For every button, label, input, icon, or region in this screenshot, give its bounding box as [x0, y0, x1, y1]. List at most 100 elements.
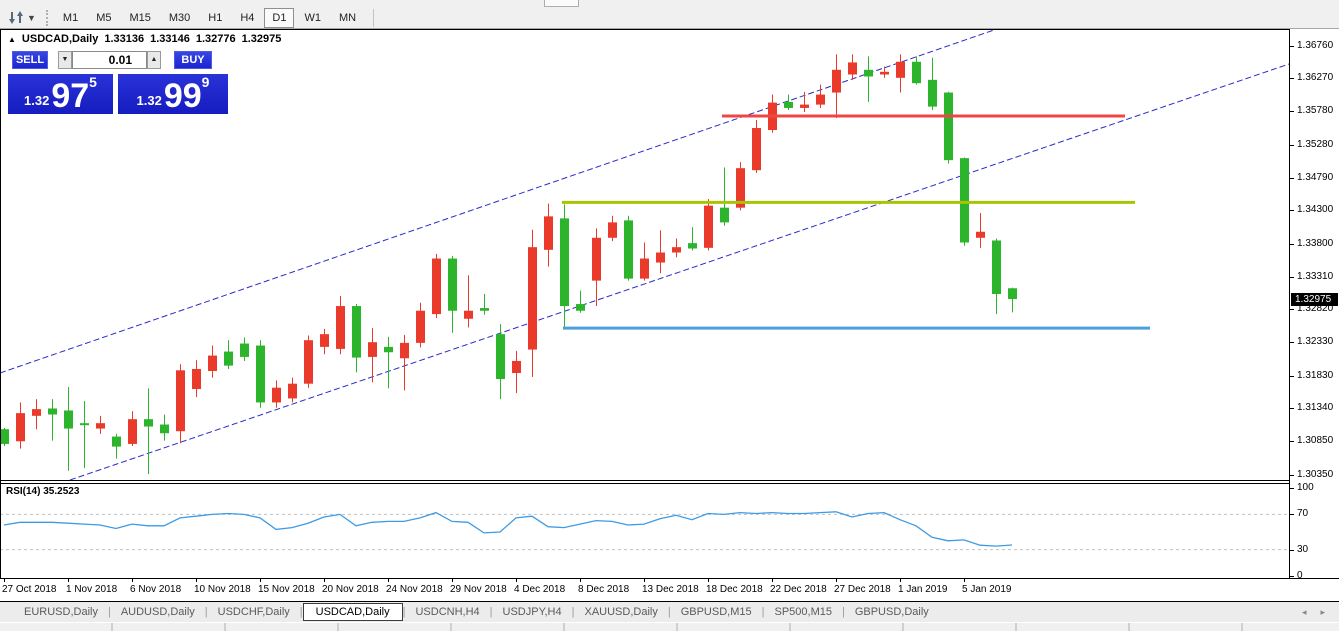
- candle-body: [368, 342, 377, 357]
- volume-increase-button[interactable]: ▲: [147, 51, 161, 69]
- tab-gbpusd-m15[interactable]: GBPUSD,M15: [671, 604, 762, 620]
- tab-sp500-m15[interactable]: SP500,M15: [764, 604, 841, 620]
- timeframe-button-m1[interactable]: M1: [55, 8, 86, 28]
- tab-gbpusd-daily[interactable]: GBPUSD,Daily: [845, 604, 939, 620]
- timeframe-button-d1[interactable]: D1: [264, 8, 294, 28]
- date-axis-tick: [836, 579, 837, 582]
- price-axis-label: 1.30350: [1297, 469, 1333, 480]
- volume-input[interactable]: [72, 51, 147, 69]
- timeframe-button-mn[interactable]: MN: [331, 8, 364, 28]
- candle-body: [432, 259, 441, 315]
- candle-body: [624, 220, 633, 278]
- tab-usdcad-daily[interactable]: USDCAD,Daily: [303, 603, 403, 621]
- price-axis-tick: [1290, 475, 1294, 476]
- rsi-axis-tick: [1290, 514, 1294, 515]
- candle-body: [304, 340, 313, 384]
- date-axis-label: 22 Dec 2018: [770, 584, 827, 595]
- timeframe-button-m5[interactable]: M5: [88, 8, 119, 28]
- candle-body: [832, 70, 841, 93]
- date-axis-label: 1 Jan 2019: [898, 584, 948, 595]
- candle-body: [208, 356, 217, 371]
- price-axis-tick: [1290, 408, 1294, 409]
- rsi-axis-tick: [1290, 488, 1294, 489]
- rsi-axis-label: 100: [1297, 482, 1314, 493]
- candle-body: [48, 408, 57, 414]
- toolbar-separator: [373, 9, 374, 27]
- candle-body: [992, 240, 1001, 294]
- candle-body: [544, 216, 553, 249]
- candle-body: [528, 247, 537, 349]
- chart-symbol-label: USDCAD,Daily: [22, 33, 98, 45]
- candle-body: [0, 429, 9, 444]
- candlestick-chart-icon: [8, 10, 24, 25]
- buy-price-display[interactable]: 1.32 99 9: [118, 74, 228, 114]
- toolbar-grip[interactable]: [46, 10, 48, 26]
- tab-usdjpy-h4[interactable]: USDJPY,H4: [493, 604, 572, 620]
- chart-top-border: [0, 29, 1339, 30]
- candle-body: [32, 409, 41, 416]
- sell-price-display[interactable]: 1.32 97 5: [8, 74, 113, 114]
- candle-body: [16, 413, 25, 441]
- candle-body: [960, 158, 969, 242]
- rsi-indicator-canvas[interactable]: [0, 484, 1289, 578]
- price-axis-tick: [1290, 210, 1294, 211]
- price-axis-tick: [1290, 111, 1294, 112]
- sell-button[interactable]: SELL: [12, 51, 48, 69]
- candle-body: [112, 437, 121, 447]
- buy-price-prefix: 1.32: [137, 91, 162, 111]
- candle-body: [416, 311, 425, 343]
- date-axis-label: 15 Nov 2018: [258, 584, 315, 595]
- tab-xauusd-daily[interactable]: XAUUSD,Daily: [574, 604, 667, 620]
- timeframe-button-m15[interactable]: M15: [121, 8, 158, 28]
- date-axis-label: 27 Dec 2018: [834, 584, 891, 595]
- tab-scroll-arrows: ◂▸: [1302, 607, 1325, 618]
- candle-body: [128, 419, 137, 444]
- timeframe-button-h4[interactable]: H4: [232, 8, 262, 28]
- price-axis-label: 1.36270: [1297, 72, 1333, 83]
- candle-body: [160, 425, 169, 434]
- candle-body: [672, 247, 681, 252]
- rsi-indicator-label: RSI(14) 35.2523: [6, 486, 79, 497]
- date-axis-tick: [516, 579, 517, 582]
- timeframe-button-w1[interactable]: W1: [296, 8, 329, 28]
- candle-body: [480, 308, 489, 311]
- price-axis-tick: [1290, 46, 1294, 47]
- sell-price-main: 97: [51, 81, 89, 111]
- date-axis-tick: [132, 579, 133, 582]
- candle-body: [848, 62, 857, 74]
- window-bottom-strip: [0, 622, 1339, 631]
- candle-body: [704, 206, 713, 248]
- toolbar-dock-notch: [544, 0, 579, 7]
- candle-body: [608, 222, 617, 237]
- chart-rsi-splitter[interactable]: [0, 480, 1290, 481]
- chart-left-border: [0, 29, 1, 578]
- price-axis-tick: [1290, 342, 1294, 343]
- mt4-window: ▼ M1M5M15M30H1H4D1W1MN ▲ USDCAD,Daily 1.…: [0, 0, 1339, 631]
- volume-decrease-button[interactable]: ▼: [58, 51, 72, 69]
- tab-usdchf-daily[interactable]: USDCHF,Daily: [208, 604, 300, 620]
- lower-channel[interactable]: [70, 64, 1289, 480]
- tab-audusd-daily[interactable]: AUDUSD,Daily: [111, 604, 205, 620]
- date-axis-tick: [260, 579, 261, 582]
- candle-body: [656, 253, 665, 263]
- buy-button[interactable]: BUY: [174, 51, 212, 69]
- tab-scroll-left-icon[interactable]: ◂: [1302, 607, 1307, 618]
- price-axis-label: 1.33800: [1297, 238, 1333, 249]
- candle-body: [192, 369, 201, 389]
- tab-scroll-right-icon[interactable]: ▸: [1320, 607, 1325, 618]
- candle-body: [496, 334, 505, 379]
- candle-body: [512, 361, 521, 373]
- tab-eurusd-daily[interactable]: EURUSD,Daily: [14, 604, 108, 620]
- date-axis-label: 6 Nov 2018: [130, 584, 181, 595]
- candle-body: [816, 95, 825, 105]
- candle-body: [1008, 288, 1017, 299]
- tab-usdcnh-h4[interactable]: USDCNH,H4: [405, 604, 489, 620]
- collapse-trade-panel-icon[interactable]: ▲: [8, 35, 16, 44]
- date-axis-label: 29 Nov 2018: [450, 584, 507, 595]
- price-axis-tick: [1290, 277, 1294, 278]
- price-axis-label: 1.32330: [1297, 336, 1333, 347]
- timeframe-button-h1[interactable]: H1: [200, 8, 230, 28]
- timeframe-button-m30[interactable]: M30: [161, 8, 198, 28]
- candle-body: [400, 343, 409, 358]
- chart-tool-button[interactable]: ▼: [6, 9, 38, 26]
